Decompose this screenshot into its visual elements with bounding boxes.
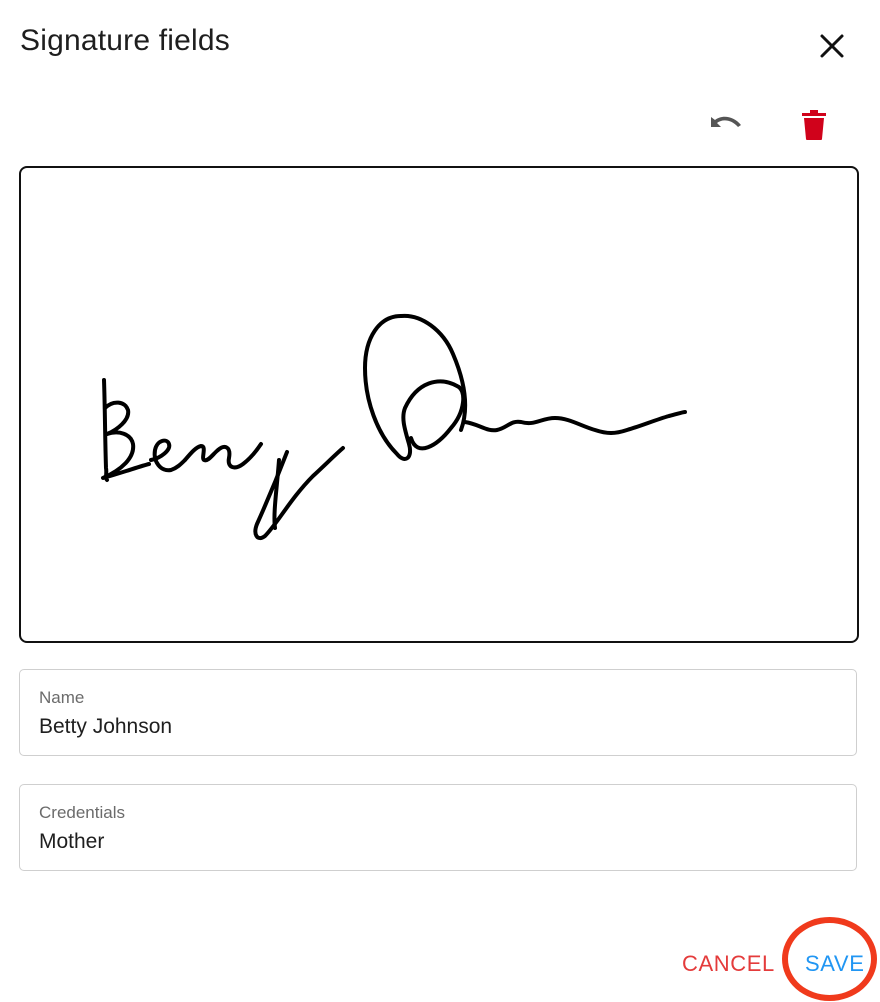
signature-pad[interactable] — [19, 166, 859, 643]
delete-button[interactable] — [792, 103, 836, 147]
signature-drawing — [101, 313, 687, 541]
trash-icon — [802, 110, 826, 140]
undo-button[interactable] — [703, 103, 747, 147]
credentials-field-value[interactable]: Mother — [39, 830, 104, 854]
name-field-label: Name — [39, 688, 85, 707]
close-icon — [820, 34, 844, 58]
page-title: Signature fields — [20, 24, 230, 57]
name-field-value[interactable]: Betty Johnson — [39, 715, 172, 739]
credentials-field[interactable]: Credentials Mother — [19, 784, 857, 871]
undo-icon — [711, 116, 741, 127]
close-button[interactable] — [812, 26, 852, 66]
credentials-field-label: Credentials — [39, 803, 125, 822]
name-field[interactable]: Name Betty Johnson — [19, 669, 857, 756]
save-button[interactable]: SAVE — [805, 944, 864, 984]
cancel-button[interactable]: CANCEL — [682, 944, 775, 984]
